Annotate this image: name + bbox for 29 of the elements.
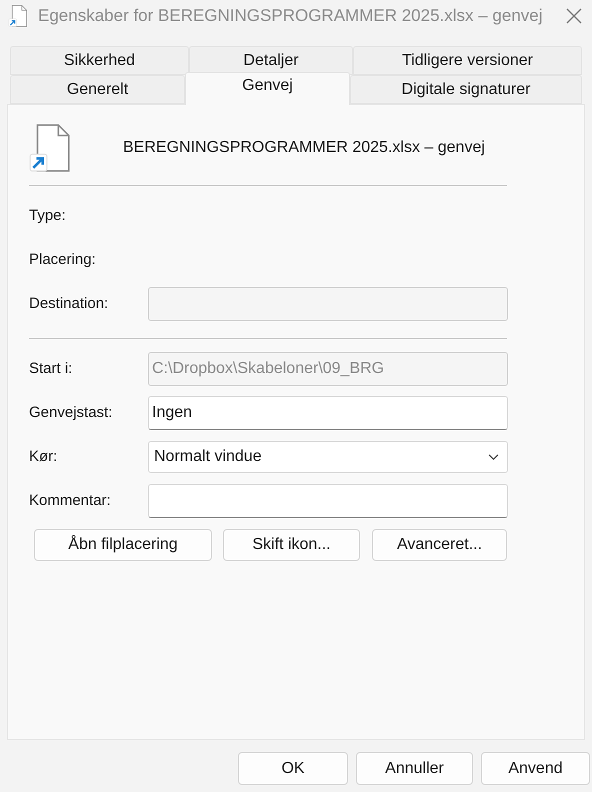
tab[interactable]: Digitale signaturer bbox=[350, 75, 582, 104]
shortcut-file-icon bbox=[8, 5, 28, 27]
dialog-button[interactable]: Anvend bbox=[481, 752, 590, 785]
dropdown[interactable]: Normalt vindue bbox=[148, 441, 508, 473]
dropdown-value: Normalt vindue bbox=[154, 447, 263, 467]
tab[interactable]: Tidligere versioner bbox=[353, 46, 582, 75]
action-button[interactable]: Åbn filplacering bbox=[34, 529, 212, 561]
tab[interactable]: Genvej bbox=[185, 72, 350, 105]
shortcut-file-icon bbox=[29, 124, 71, 172]
window-title: Egenskaber for BEREGNINGSPROGRAMMER 2025.xlsx – genvej bbox=[38, 5, 543, 28]
field-label: Kommentar: bbox=[29, 490, 112, 511]
field-label: Start i: bbox=[29, 358, 74, 379]
tab[interactable]: Generelt bbox=[10, 75, 185, 104]
dialog-button[interactable]: Annuller bbox=[356, 752, 473, 785]
text-field[interactable] bbox=[148, 484, 508, 518]
file-name: BEREGNINGSPROGRAMMER 2025.xlsx – genvej bbox=[123, 138, 485, 158]
field-label: Placering: bbox=[29, 250, 97, 270]
field-label: Destination: bbox=[29, 294, 110, 314]
action-button[interactable]: Avanceret... bbox=[372, 529, 507, 561]
close-icon[interactable] bbox=[566, 8, 582, 24]
tab[interactable]: Sikkerhed bbox=[10, 46, 189, 75]
field-label: Type: bbox=[29, 206, 67, 226]
action-button[interactable]: Skift ikon... bbox=[223, 529, 360, 561]
text-field[interactable]: Ingen bbox=[148, 396, 508, 430]
field-label: Kør: bbox=[29, 446, 58, 467]
chevron-down-icon bbox=[488, 454, 499, 460]
dialog-button[interactable]: OK bbox=[238, 752, 348, 785]
field-label: Genvejstast: bbox=[29, 402, 114, 423]
tab[interactable]: Detaljer bbox=[189, 46, 353, 75]
